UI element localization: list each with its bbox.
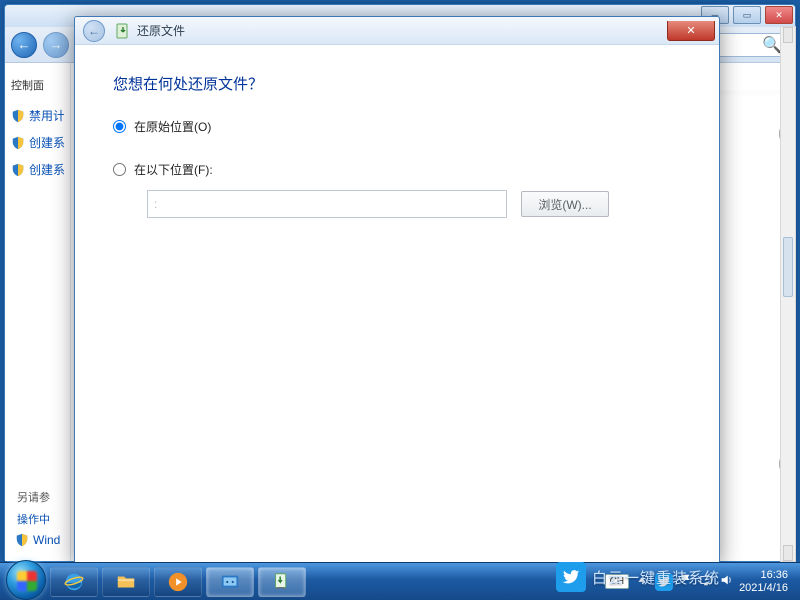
shield-icon bbox=[11, 136, 25, 150]
media-player-icon bbox=[167, 571, 189, 593]
taskbar: CH 16:36 2021/4/16 bbox=[0, 562, 800, 600]
start-button[interactable] bbox=[6, 560, 46, 600]
clock-time: 16:36 bbox=[739, 569, 788, 582]
dialog-body: 您想在何处还原文件？ 在原始位置(O) 在以下位置(F): 浏览(W)... bbox=[75, 45, 719, 246]
taskbar-media-button[interactable] bbox=[154, 567, 202, 597]
ie-icon bbox=[63, 571, 85, 593]
dialog-back-button[interactable]: ← bbox=[83, 20, 105, 42]
sidebar-link-2[interactable]: 创建系 bbox=[11, 134, 64, 151]
radio-original-location[interactable]: 在原始位置(O) bbox=[113, 118, 681, 135]
shield-icon bbox=[11, 109, 25, 123]
dialog-title-text: 还原文件 bbox=[137, 22, 185, 39]
restore-path-input[interactable] bbox=[147, 190, 507, 218]
folder-icon bbox=[115, 571, 137, 593]
tray-network-icon[interactable] bbox=[699, 573, 713, 590]
tray-flag-icon[interactable] bbox=[679, 573, 693, 590]
path-row: 浏览(W)... bbox=[147, 190, 681, 218]
nav-back-button[interactable]: ← bbox=[11, 32, 37, 58]
sidebar-footer-label: 另请参 bbox=[17, 489, 60, 505]
scrollbar-thumb[interactable] bbox=[783, 237, 793, 297]
explorer-maximize-button[interactable]: ▭ bbox=[733, 6, 761, 24]
vertical-scrollbar[interactable] bbox=[780, 26, 796, 562]
radio-following-label: 在以下位置(F): bbox=[134, 161, 213, 178]
taskbar-ie-button[interactable] bbox=[50, 567, 98, 597]
explorer-close-button[interactable]: ✕ bbox=[765, 6, 793, 24]
sidebar-link-1-label: 禁用计 bbox=[29, 107, 64, 124]
clock-date: 2021/4/16 bbox=[739, 582, 788, 595]
shield-icon bbox=[15, 533, 29, 547]
taskbar-control-panel-button[interactable] bbox=[206, 567, 254, 597]
sidebar-link-3-label: 创建系 bbox=[29, 161, 64, 178]
tray-volume-icon[interactable] bbox=[719, 573, 733, 590]
system-tray: CH 16:36 2021/4/16 bbox=[605, 569, 794, 594]
sidebar-link-2-label: 创建系 bbox=[29, 134, 64, 151]
radio-following-input[interactable] bbox=[113, 163, 126, 176]
control-panel-icon bbox=[219, 571, 241, 593]
taskbar-restore-button[interactable] bbox=[258, 567, 306, 597]
dialog-heading: 您想在何处还原文件？ bbox=[113, 73, 681, 94]
taskbar-clock[interactable]: 16:36 2021/4/16 bbox=[739, 569, 788, 594]
sidebar-link-1[interactable]: 禁用计 bbox=[11, 107, 64, 124]
radio-original-label: 在原始位置(O) bbox=[134, 118, 211, 135]
control-panel-sidebar: 控制面 禁用计 创建系 创建系 另请参 操作中 Wind bbox=[5, 63, 71, 561]
shield-icon bbox=[11, 163, 25, 177]
taskbar-explorer-button[interactable] bbox=[102, 567, 150, 597]
sidebar-link-3[interactable]: 创建系 bbox=[11, 161, 64, 178]
sidebar-footer-link-1[interactable]: 操作中 bbox=[17, 511, 60, 527]
restore-files-dialog: ← 还原文件 ✕ 您想在何处还原文件？ 在原始位置(O) 在以下位置(F): 浏… bbox=[74, 16, 720, 564]
sidebar-footer-link-2[interactable]: Wind bbox=[15, 533, 60, 547]
search-icon: 🔍 bbox=[762, 35, 782, 55]
browse-button[interactable]: 浏览(W)... bbox=[521, 191, 609, 217]
dialog-close-button[interactable]: ✕ bbox=[667, 21, 715, 41]
dialog-titlebar: ← 还原文件 ✕ bbox=[75, 17, 719, 45]
nav-forward-button[interactable]: → bbox=[43, 32, 69, 58]
radio-following-location[interactable]: 在以下位置(F): bbox=[113, 161, 681, 178]
restore-icon bbox=[271, 571, 293, 593]
sidebar-footer: 另请参 操作中 Wind bbox=[17, 489, 60, 547]
tray-up-icon[interactable] bbox=[635, 573, 649, 590]
sidebar-header: 控制面 bbox=[11, 77, 64, 93]
radio-original-input[interactable] bbox=[113, 120, 126, 133]
restore-file-icon bbox=[115, 23, 131, 39]
language-indicator[interactable]: CH bbox=[605, 574, 629, 589]
tray-app-icon[interactable] bbox=[655, 573, 673, 591]
